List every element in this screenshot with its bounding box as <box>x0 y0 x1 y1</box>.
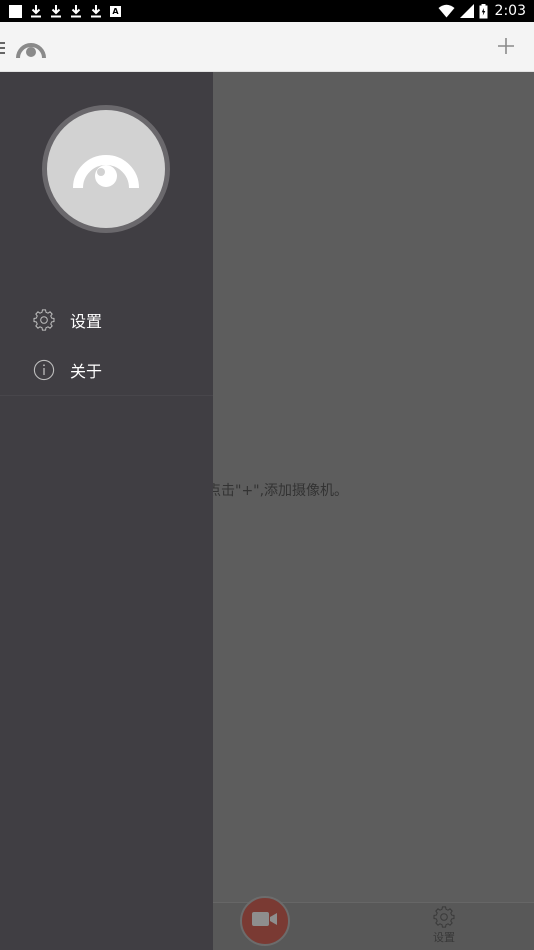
a-app-icon: A <box>110 5 121 17</box>
status-bar: A 2:03 <box>0 0 534 22</box>
bottom-settings-tab[interactable]: 设置 <box>426 906 462 945</box>
system-status-area: 2:03 <box>438 2 526 20</box>
record-button[interactable] <box>240 896 290 946</box>
download-icon <box>50 4 62 18</box>
app-bar <box>0 22 534 72</box>
info-icon <box>33 359 55 381</box>
clock: 2:03 <box>494 3 526 19</box>
drawer-divider <box>0 395 213 396</box>
empty-hint: 点击"+",添加摄像机。 <box>207 483 349 499</box>
add-icon[interactable] <box>497 37 515 59</box>
wifi-icon <box>438 4 455 18</box>
video-camera-icon <box>252 911 278 931</box>
drawer-item-about[interactable]: 关于 <box>0 347 213 393</box>
square-notification-icon <box>9 4 22 18</box>
bottom-settings-label: 设置 <box>433 931 455 944</box>
drawer-item-settings[interactable]: 设置 <box>0 297 213 343</box>
download-icon <box>30 4 42 18</box>
menu-icon[interactable] <box>0 40 5 59</box>
signal-icon <box>459 4 474 18</box>
drawer-item-label: 关于 <box>70 362 103 381</box>
download-icon <box>70 4 82 18</box>
gear-icon <box>426 906 462 928</box>
app-logo-icon <box>14 34 48 64</box>
navigation-drawer: 设置 关于 <box>0 72 213 950</box>
drawer-item-label: 设置 <box>70 312 103 331</box>
notification-area: A <box>9 3 121 19</box>
avatar[interactable] <box>42 105 170 233</box>
gear-icon <box>33 309 55 331</box>
download-icon <box>90 4 102 18</box>
battery-icon <box>479 3 488 19</box>
app-logo-icon <box>71 142 141 196</box>
